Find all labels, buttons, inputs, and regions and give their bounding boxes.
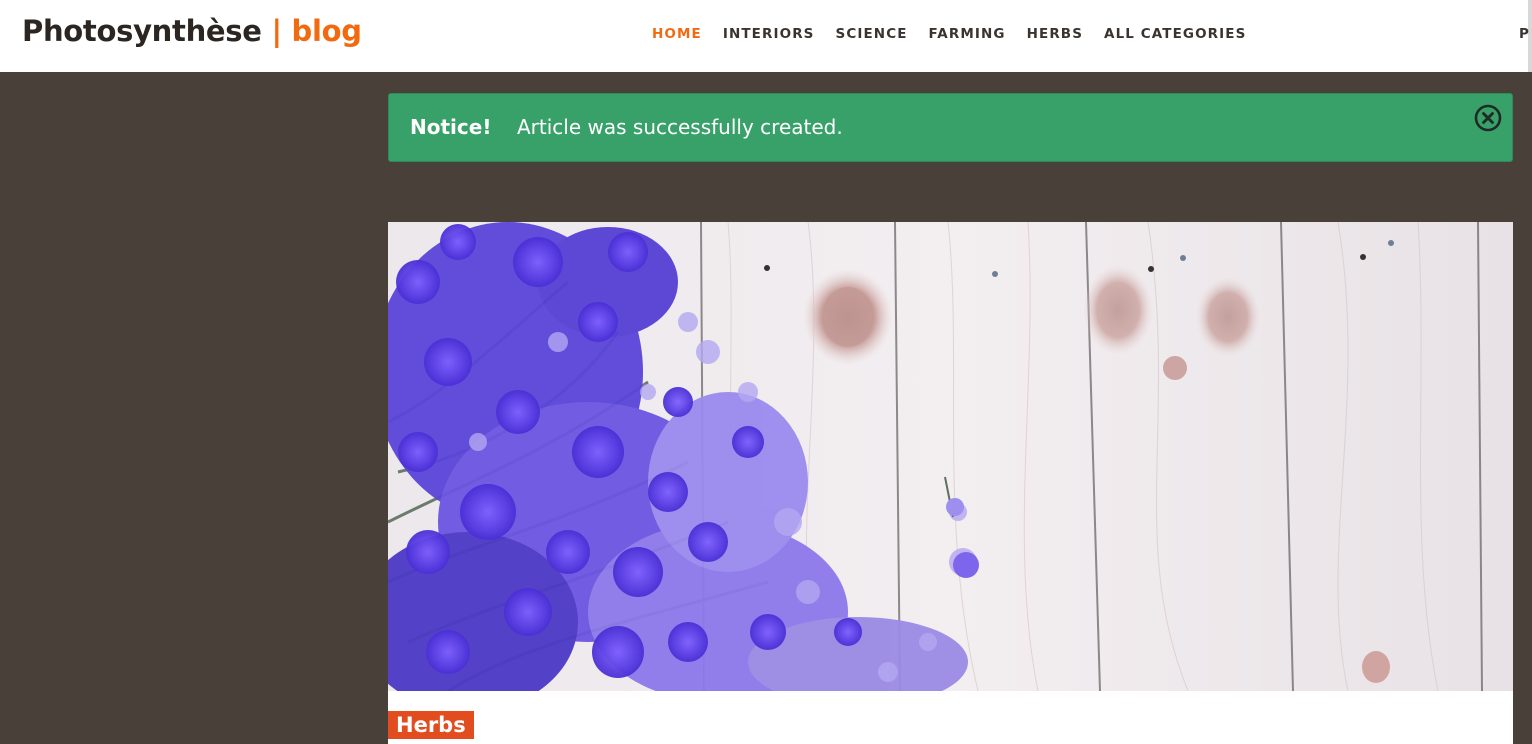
close-icon[interactable] (1474, 104, 1502, 132)
page-content: Notice! Article was successfully created… (0, 72, 1532, 744)
top-navbar: Photosynthèse | blog HOME INTERIORS SCIE… (0, 0, 1532, 72)
nav-all-categories[interactable]: ALL CATEGORIES (1104, 26, 1246, 42)
nav-science[interactable]: SCIENCE (836, 26, 908, 42)
article-card-body: Herbs (388, 691, 1513, 744)
notice-alert: Notice! Article was successfully created… (388, 93, 1513, 162)
purple-flowers-image-icon (388, 222, 1513, 691)
notice-message: Article was successfully created. (517, 115, 843, 139)
nav-overflow-item[interactable]: P (1519, 26, 1529, 42)
brand-logo[interactable]: Photosynthèse | blog (22, 14, 362, 48)
article-image[interactable] (388, 222, 1513, 691)
brand-name: Photosynthèse (22, 14, 262, 48)
nav-herbs[interactable]: HERBS (1027, 26, 1083, 42)
nav-home[interactable]: HOME (652, 26, 702, 42)
category-badge[interactable]: Herbs (388, 711, 474, 739)
nav-farming[interactable]: FARMING (929, 26, 1006, 42)
brand-suffix: | blog (271, 14, 362, 48)
nav-interiors[interactable]: INTERIORS (723, 26, 815, 42)
notice-label: Notice! (410, 115, 492, 139)
main-nav: HOME INTERIORS SCIENCE FARMING HERBS ALL… (652, 26, 1246, 42)
